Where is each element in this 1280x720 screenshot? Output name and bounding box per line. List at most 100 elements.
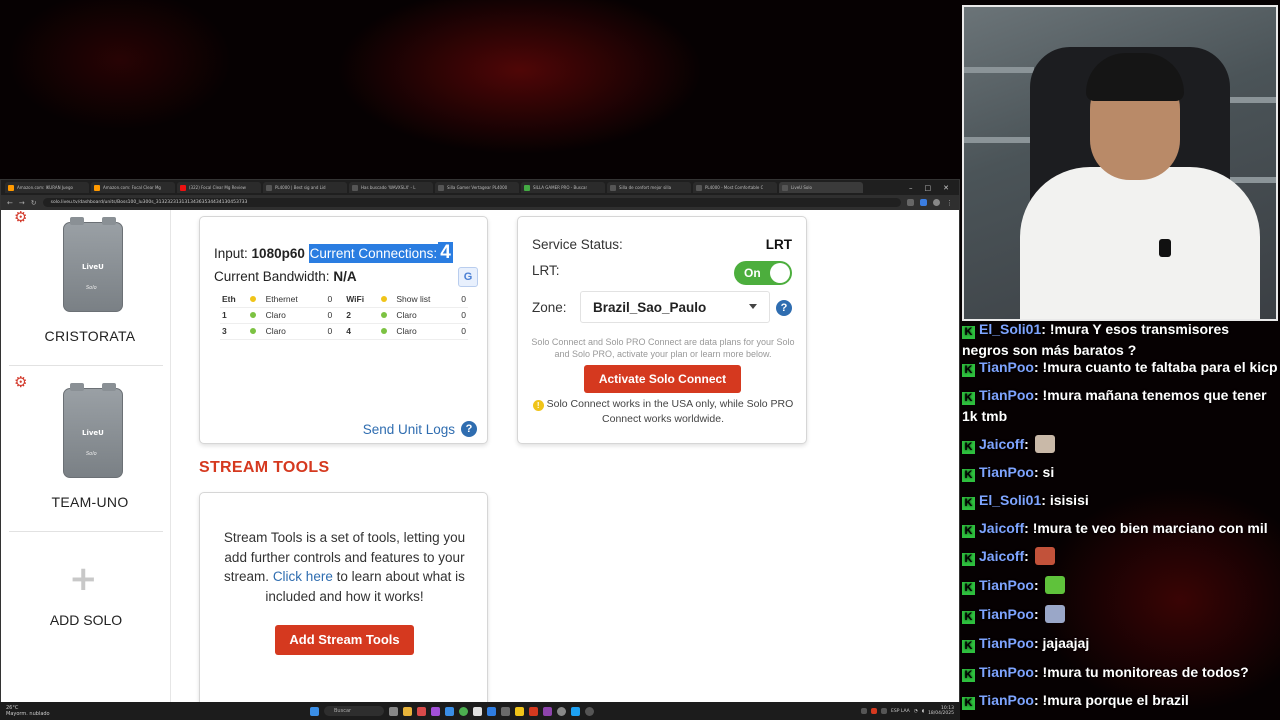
app-icon[interactable] xyxy=(431,706,440,716)
device-image[interactable]: LiveU Solo xyxy=(63,217,123,312)
show-list-link[interactable]: Show list xyxy=(394,291,455,308)
lrt-toggle[interactable]: On xyxy=(734,261,792,285)
extension-icon[interactable] xyxy=(920,199,927,206)
add-solo-icon[interactable]: + xyxy=(69,562,98,596)
minimize-icon[interactable]: – xyxy=(909,184,913,192)
maximize-icon[interactable]: □ xyxy=(925,184,932,192)
explorer-icon[interactable] xyxy=(403,706,412,716)
send-unit-logs-link[interactable]: Send Unit Logs ? xyxy=(363,421,477,437)
help-icon[interactable]: ? xyxy=(776,300,792,316)
kick-badge-icon: K xyxy=(962,640,975,653)
chat-username[interactable]: El_Soli01 xyxy=(979,492,1041,508)
browser-tab[interactable]: Amazon.com: Focal Clear Mg xyxy=(91,182,175,193)
clock[interactable]: 10:13 18/04/2025 xyxy=(928,706,954,716)
reload-icon[interactable]: ↻ xyxy=(31,199,37,207)
gear-icon[interactable]: ⚙ xyxy=(14,375,27,390)
tab-title: (322) Focal Clear Mg Review xyxy=(189,185,246,190)
chat-username[interactable]: TianPoo xyxy=(979,606,1034,622)
app-icon[interactable] xyxy=(585,706,594,716)
browser-tab[interactable]: PL4000 - Most Comfortable C xyxy=(693,182,777,193)
chat-username[interactable]: TianPoo xyxy=(979,635,1034,651)
device-name-cristorata[interactable]: CRISTORATA xyxy=(1,328,179,344)
translate-icon[interactable]: G xyxy=(458,267,478,287)
extension-icon[interactable] xyxy=(907,199,914,206)
chat-username[interactable]: TianPoo xyxy=(979,577,1034,593)
url-input[interactable]: solo.liveu.tv/dashboard/units/Boss100_lu… xyxy=(42,198,901,207)
modem-carrier: Claro xyxy=(263,307,321,324)
chat-username[interactable]: TianPoo xyxy=(979,692,1034,708)
chat-message: K TianPoo: !mura porque el brazil xyxy=(962,690,1278,711)
back-icon[interactable]: ← xyxy=(7,199,13,207)
help-icon[interactable]: ? xyxy=(461,421,477,437)
click-here-link[interactable]: Click here xyxy=(273,569,333,584)
app-icon[interactable] xyxy=(487,706,496,716)
profile-icon[interactable] xyxy=(933,199,940,206)
chat-username[interactable]: TianPoo xyxy=(979,359,1034,375)
modem-carrier: Claro xyxy=(394,307,455,324)
add-stream-tools-button[interactable]: Add Stream Tools xyxy=(275,625,414,655)
chat-text: si xyxy=(1042,464,1055,480)
table-row: 3 Claro 0 4 Claro 0 xyxy=(220,323,468,340)
app-icon[interactable] xyxy=(571,706,580,716)
wifi-icon[interactable]: ◔ xyxy=(914,709,918,714)
menu-icon[interactable]: ⋮ xyxy=(946,199,953,207)
settings-icon[interactable] xyxy=(557,706,566,716)
weather-widget[interactable]: 26°C Mayorm. nublado xyxy=(6,705,86,717)
tray-icon[interactable] xyxy=(861,708,867,714)
gear-icon[interactable]: ⚙ xyxy=(14,210,27,225)
warning-icon: ! xyxy=(532,400,544,411)
app-icon[interactable] xyxy=(529,706,538,716)
modem-number: 3 xyxy=(220,323,248,340)
task-view-icon[interactable] xyxy=(389,706,398,716)
chat-username[interactable]: Jaicoff xyxy=(979,436,1024,452)
chat-text: !mura te veo bien marciano con mil xyxy=(1032,520,1268,536)
bandwidth-status: Current Bandwidth: N/A xyxy=(214,269,357,284)
browser-tab[interactable]: Silla de confort mejor silla xyxy=(607,182,691,193)
browser-tab[interactable]: Silla Gamer Vertagear PL4000 xyxy=(435,182,519,193)
tab-title: Silla Gamer Vertagear PL4000 xyxy=(447,185,508,190)
browser-tab[interactable]: Amazon.com: IKURAN Juego xyxy=(5,182,89,193)
app-icon[interactable] xyxy=(543,706,552,716)
chat-username[interactable]: TianPoo xyxy=(979,464,1034,480)
chat-username[interactable]: El_Soli01 xyxy=(979,321,1041,337)
chat-username[interactable]: Jaicoff xyxy=(979,548,1024,564)
tray-icon[interactable] xyxy=(871,708,877,714)
device-name-team-uno[interactable]: TEAM-UNO xyxy=(1,494,179,510)
toggle-label: On xyxy=(744,266,761,280)
chevron-down-icon xyxy=(749,304,757,309)
close-icon[interactable]: ✕ xyxy=(943,184,949,192)
app-icon[interactable] xyxy=(515,706,524,716)
add-solo-button[interactable]: ADD SOLO xyxy=(1,612,171,628)
liveu-dashboard: ⚙ LiveU Solo CRISTORATA ⚙ LiveU Solo TEA… xyxy=(1,210,959,702)
usa-note-text: Solo Connect works in the USA only, whil… xyxy=(546,398,794,425)
browser-tab[interactable]: (322) Focal Clear Mg Review xyxy=(177,182,261,193)
browser-tab[interactable]: SILLA GAMER PRO - Buscar xyxy=(521,182,605,193)
kick-badge-icon: K xyxy=(962,697,975,710)
favicon-icon xyxy=(610,184,616,191)
browser-tab[interactable]: Has buscado 'WAVXSLX' - L xyxy=(349,182,433,193)
browser-window: Amazon.com: IKURAN Juego Amazon.com: Foca… xyxy=(0,179,960,703)
start-icon[interactable] xyxy=(310,706,319,716)
status-dot xyxy=(249,312,256,318)
browser-tab[interactable]: PL4000 | Best sig and Lid xyxy=(263,182,347,193)
chrome-icon[interactable] xyxy=(459,706,468,716)
tab-bar: Amazon.com: IKURAN Juego Amazon.com: Foca… xyxy=(1,180,959,195)
chat-message: K TianPoo: xyxy=(962,604,1278,625)
chat-username[interactable]: TianPoo xyxy=(979,664,1034,680)
browser-tab[interactable]: LiveU Solo xyxy=(779,182,863,193)
volume-icon[interactable]: ◖ xyxy=(922,709,924,714)
language-indicator[interactable]: ESP LAA xyxy=(891,709,910,714)
device-image[interactable]: LiveU Solo xyxy=(63,383,123,478)
forward-icon[interactable]: → xyxy=(19,199,25,207)
chat-username[interactable]: Jaicoff xyxy=(979,520,1024,536)
app-icon[interactable] xyxy=(473,706,482,716)
zone-dropdown[interactable]: Brazil_Sao_Paulo xyxy=(580,291,770,323)
activate-solo-connect-button[interactable]: Activate Solo Connect xyxy=(584,365,741,393)
app-icon[interactable] xyxy=(501,706,510,716)
app-icon[interactable] xyxy=(417,706,426,716)
tray-icon[interactable] xyxy=(881,708,887,714)
taskbar-search[interactable]: Buscar xyxy=(324,706,384,716)
stream-chat: K El_Soli01: !mura Y esos transmisores ne… xyxy=(960,321,1280,720)
chat-username[interactable]: TianPoo xyxy=(979,387,1034,403)
app-icon[interactable] xyxy=(445,706,454,716)
